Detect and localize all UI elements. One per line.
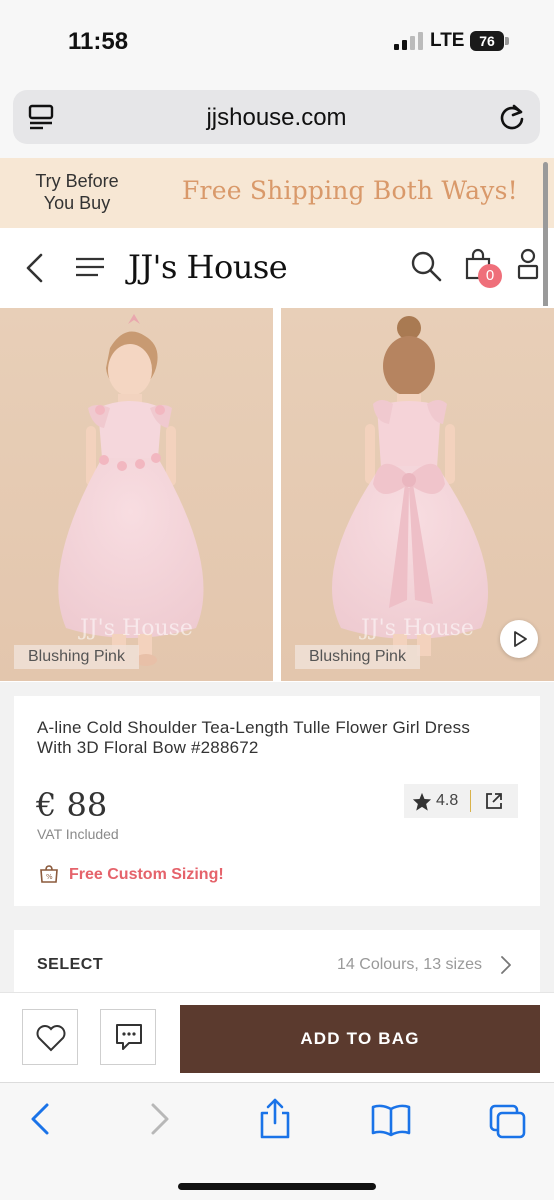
play-video-button[interactable] xyxy=(500,620,538,658)
chat-icon xyxy=(116,1024,142,1050)
product-price: € 88 xyxy=(36,786,108,824)
network-type: LTE xyxy=(430,30,465,51)
rating-value: 4.8 xyxy=(436,792,459,809)
browser-toolbar xyxy=(0,1082,554,1200)
image-watermark: JJ's House xyxy=(80,616,193,641)
browser-forward-icon[interactable] xyxy=(148,1101,172,1137)
star-icon xyxy=(412,792,432,811)
browser-url-area: jjshouse.com xyxy=(0,80,554,158)
chevron-right-icon xyxy=(501,956,511,974)
cart-count-badge: 0 xyxy=(478,264,502,288)
product-info-card: A-line Cold Shoulder Tea-Length Tulle Fl… xyxy=(14,696,540,906)
svg-text:%: % xyxy=(46,873,53,881)
select-options-row[interactable]: SELECT 14 Colours, 13 sizes xyxy=(14,930,540,994)
tabs-icon[interactable] xyxy=(488,1103,528,1139)
free-shipping-text: Free Shipping Both Ways! xyxy=(182,176,518,205)
battery-icon: 76 xyxy=(470,31,504,51)
search-icon[interactable] xyxy=(410,250,442,282)
select-summary: 14 Colours, 13 sizes xyxy=(337,956,482,973)
chat-button[interactable] xyxy=(100,1009,156,1065)
product-gallery[interactable]: JJ's House Blushing Pink JJ's House Blus… xyxy=(0,306,554,682)
status-time: 11:58 xyxy=(68,28,129,55)
account-icon[interactable] xyxy=(517,248,539,280)
try-before-you-buy-text: Try Before You Buy xyxy=(35,171,119,213)
battery-tip xyxy=(505,37,509,45)
signal-icon xyxy=(394,32,424,50)
reload-icon[interactable] xyxy=(498,102,526,132)
menu-icon[interactable] xyxy=(74,256,106,278)
divider xyxy=(470,790,471,812)
promo-banner[interactable]: Try Before You Buy Free Shipping Both Wa… xyxy=(0,158,554,228)
home-indicator xyxy=(178,1183,376,1190)
share-icon[interactable] xyxy=(484,791,504,811)
site-header: JJ's House 0 xyxy=(0,228,554,306)
product-image-front[interactable]: JJ's House Blushing Pink xyxy=(0,308,273,681)
status-bar: 11:58 LTE 76 xyxy=(0,0,554,80)
heart-icon xyxy=(36,1025,66,1052)
color-label: Blushing Pink xyxy=(295,645,420,669)
free-custom-sizing-link[interactable]: Free Custom Sizing! xyxy=(69,866,224,884)
address-bar[interactable]: jjshouse.com xyxy=(13,90,540,144)
wishlist-button[interactable] xyxy=(22,1009,78,1065)
share-sheet-icon[interactable] xyxy=(258,1097,292,1139)
page-scrollbar[interactable] xyxy=(543,162,548,330)
select-label: SELECT xyxy=(37,956,104,973)
product-title: A-line Cold Shoulder Tea-Length Tulle Fl… xyxy=(37,718,471,757)
vat-note: VAT Included xyxy=(37,826,119,842)
action-bar: ADD TO BAG xyxy=(0,992,554,1082)
browser-back-icon[interactable] xyxy=(28,1101,52,1137)
custom-sizing-icon: % xyxy=(40,865,58,883)
bookmarks-icon[interactable] xyxy=(370,1103,412,1137)
play-icon xyxy=(514,631,527,647)
add-to-bag-button[interactable]: ADD TO BAG xyxy=(180,1005,540,1073)
product-image-back[interactable]: JJ's House Blushing Pink xyxy=(281,308,554,681)
url-text: jjshouse.com xyxy=(206,104,347,131)
color-label: Blushing Pink xyxy=(14,645,139,669)
rating-share-box[interactable]: 4.8 xyxy=(404,784,518,818)
site-logo[interactable]: JJ's House xyxy=(128,248,288,286)
back-arrow-icon[interactable] xyxy=(24,252,44,284)
